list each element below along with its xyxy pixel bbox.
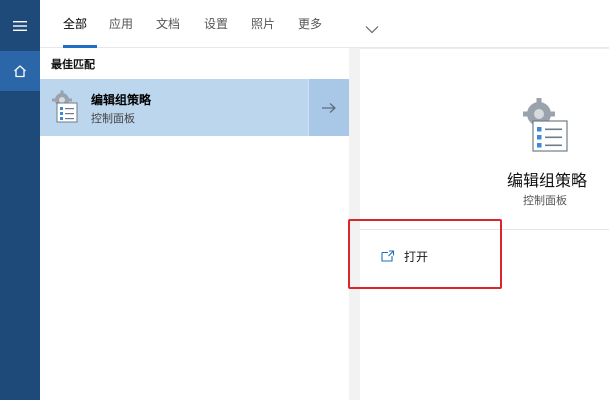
left-rail [0,0,40,400]
result-subtitle: 控制面板 [91,112,135,125]
pane-divider [349,48,360,400]
expand-result-button[interactable] [308,79,349,136]
detail-title: 编辑组策略 [507,171,588,190]
tab-documents[interactable]: 文档 [156,17,180,31]
detail-pane: 编辑组策略 控制面板 打开 [360,48,609,400]
open-action[interactable]: 打开 [381,247,428,266]
results-panel: 最佳匹配 编辑组策略 控制面板 [40,48,349,400]
search-filter-tabs: 全部 应用 文档 设置 照片 更多 [40,0,609,48]
group-policy-icon [521,97,571,153]
chevron-down-icon[interactable] [365,19,379,38]
hamburger-icon[interactable] [0,9,40,43]
result-title: 编辑组策略 [91,93,152,107]
tab-settings[interactable]: 设置 [204,17,228,31]
detail-subtitle: 控制面板 [523,194,567,207]
divider [360,229,609,230]
tab-more[interactable]: 更多 [298,17,322,31]
home-icon[interactable] [0,51,40,91]
tab-photos[interactable]: 照片 [251,17,275,31]
group-policy-icon [51,90,81,124]
open-icon [381,247,395,266]
open-action-label: 打开 [404,250,429,264]
best-match-result[interactable]: 编辑组策略 控制面板 [40,79,349,136]
tab-all[interactable]: 全部 [63,17,87,31]
arrow-right-icon [322,102,336,113]
section-title: 最佳匹配 [51,58,95,71]
tab-apps[interactable]: 应用 [109,17,133,31]
